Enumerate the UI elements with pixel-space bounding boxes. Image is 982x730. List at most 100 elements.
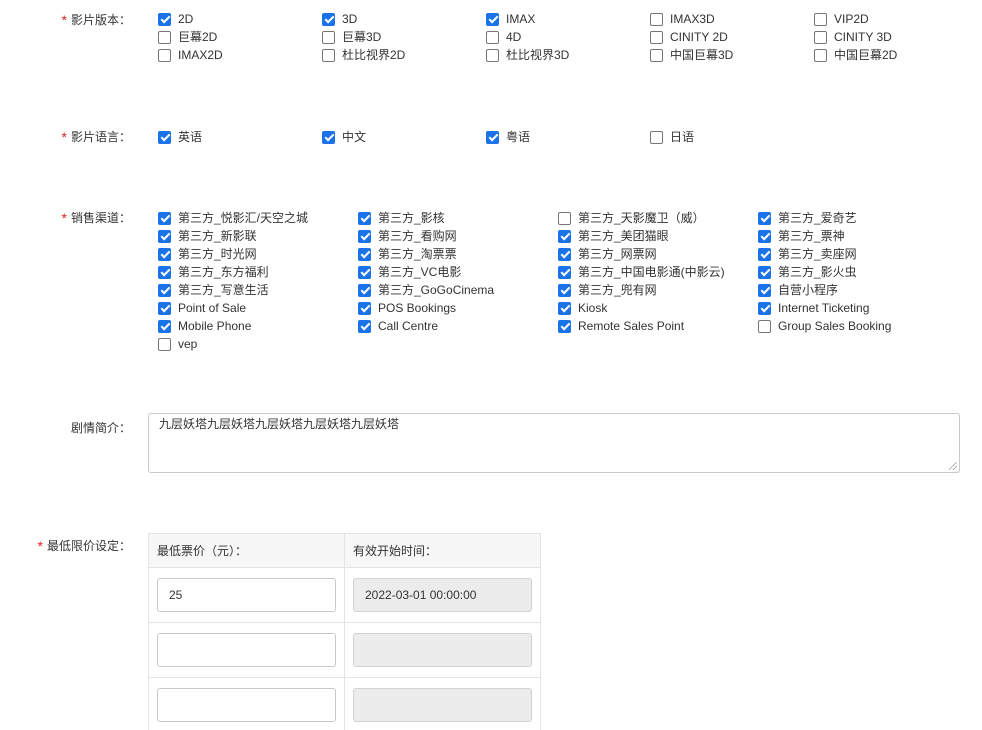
checkbox[interactable] [558,229,571,243]
sales-channel-option[interactable]: 第三方_淘票票 [358,245,558,263]
checkbox[interactable] [158,211,171,225]
checkbox[interactable] [322,48,335,62]
sales-channel-option[interactable]: 第三方_兜有网 [558,281,758,299]
sales-channel-option[interactable]: 第三方_写意生活 [158,281,358,299]
checkbox[interactable] [758,229,771,243]
checkbox[interactable] [758,247,771,261]
sales-channel-option[interactable]: Remote Sales Point [558,317,758,335]
sales-channel-option[interactable]: 第三方_GoGoCinema [358,281,558,299]
sales-channel-option[interactable]: 自营小程序 [758,281,958,299]
film-version-option[interactable]: 中国巨幕3D [650,46,814,64]
film-version-option[interactable]: 杜比视界2D [322,46,486,64]
checkbox[interactable] [758,319,771,333]
film-version-option[interactable]: IMAX2D [158,46,322,64]
sales-channel-option[interactable]: 第三方_悦影汇/天空之城 [158,209,358,227]
sales-channel-option[interactable]: 第三方_天影魔卫（威） [558,209,758,227]
checkbox[interactable] [486,130,499,144]
min-price-input[interactable] [157,633,336,667]
checkbox[interactable] [558,283,571,297]
film-version-option[interactable]: 2D [158,10,322,28]
film-version-option[interactable]: 3D [322,10,486,28]
checkbox[interactable] [758,283,771,297]
checkbox[interactable] [358,301,371,315]
checkbox[interactable] [158,229,171,243]
sales-channel-option[interactable]: 第三方_VC电影 [358,263,558,281]
checkbox[interactable] [486,12,499,26]
sales-channel-option[interactable]: 第三方_时光网 [158,245,358,263]
synopsis-textarea[interactable]: 九层妖塔九层妖塔九层妖塔九层妖塔九层妖塔 [148,413,960,473]
sales-channel-option[interactable]: Group Sales Booking [758,317,958,335]
sales-channel-option[interactable]: 第三方_东方福利 [158,263,358,281]
sales-channel-option[interactable]: Mobile Phone [158,317,358,335]
min-price-input[interactable] [157,688,336,722]
checkbox[interactable] [158,130,171,144]
resize-handle[interactable] [949,462,957,470]
film-version-option[interactable]: CINITY 3D [814,28,978,46]
checkbox[interactable] [558,247,571,261]
film-version-option[interactable]: 4D [486,28,650,46]
checkbox[interactable] [158,30,171,44]
checkbox[interactable] [158,301,171,315]
film-language-option[interactable]: 日语 [650,128,814,146]
film-language-option[interactable]: 英语 [158,128,322,146]
checkbox[interactable] [358,283,371,297]
sales-channel-option[interactable]: Call Centre [358,317,558,335]
sales-channel-option[interactable]: vep [158,335,358,353]
checkbox[interactable] [814,12,827,26]
checkbox[interactable] [358,265,371,279]
checkbox[interactable] [322,12,335,26]
checkbox[interactable] [322,30,335,44]
sales-channel-option[interactable]: 第三方_影火虫 [758,263,958,281]
sales-channel-option[interactable]: 第三方_票神 [758,227,958,245]
checkbox[interactable] [814,48,827,62]
sales-channel-option[interactable]: Internet Ticketing [758,299,958,317]
checkbox[interactable] [358,319,371,333]
film-language-option[interactable]: 粤语 [486,128,650,146]
checkbox[interactable] [486,48,499,62]
sales-channel-option[interactable]: 第三方_看购网 [358,227,558,245]
film-version-option[interactable]: 巨幕2D [158,28,322,46]
checkbox[interactable] [650,48,663,62]
checkbox[interactable] [814,30,827,44]
checkbox[interactable] [158,48,171,62]
checkbox[interactable] [158,12,171,26]
checkbox[interactable] [358,229,371,243]
sales-channel-option[interactable]: Point of Sale [158,299,358,317]
checkbox[interactable] [358,211,371,225]
film-version-option[interactable]: IMAX3D [650,10,814,28]
checkbox[interactable] [158,337,171,351]
sales-channel-option[interactable]: 第三方_中国电影通(中影云) [558,263,758,281]
film-version-option[interactable]: VIP2D [814,10,978,28]
film-version-option[interactable]: 中国巨幕2D [814,46,978,64]
film-version-option[interactable]: IMAX [486,10,650,28]
checkbox[interactable] [558,265,571,279]
checkbox[interactable] [558,319,571,333]
checkbox[interactable] [758,301,771,315]
checkbox[interactable] [650,130,663,144]
sales-channel-option[interactable]: 第三方_影核 [358,209,558,227]
sales-channel-option[interactable]: 第三方_美团猫眼 [558,227,758,245]
film-version-option[interactable]: CINITY 2D [650,28,814,46]
checkbox[interactable] [158,247,171,261]
sales-channel-option[interactable]: 第三方_卖座网 [758,245,958,263]
sales-channel-option[interactable]: Kiosk [558,299,758,317]
checkbox[interactable] [322,130,335,144]
checkbox[interactable] [758,211,771,225]
checkbox[interactable] [158,265,171,279]
film-version-option[interactable]: 巨幕3D [322,28,486,46]
film-version-option[interactable]: 杜比视界3D [486,46,650,64]
checkbox[interactable] [650,12,663,26]
checkbox[interactable] [558,211,571,225]
checkbox[interactable] [158,283,171,297]
checkbox[interactable] [358,247,371,261]
sales-channel-option[interactable]: 第三方_网票网 [558,245,758,263]
checkbox[interactable] [558,301,571,315]
sales-channel-option[interactable]: 第三方_新影联 [158,227,358,245]
checkbox[interactable] [758,265,771,279]
checkbox[interactable] [486,30,499,44]
film-language-option[interactable]: 中文 [322,128,486,146]
checkbox[interactable] [650,30,663,44]
min-price-input[interactable]: 25 [157,578,336,612]
sales-channel-option[interactable]: POS Bookings [358,299,558,317]
checkbox[interactable] [158,319,171,333]
